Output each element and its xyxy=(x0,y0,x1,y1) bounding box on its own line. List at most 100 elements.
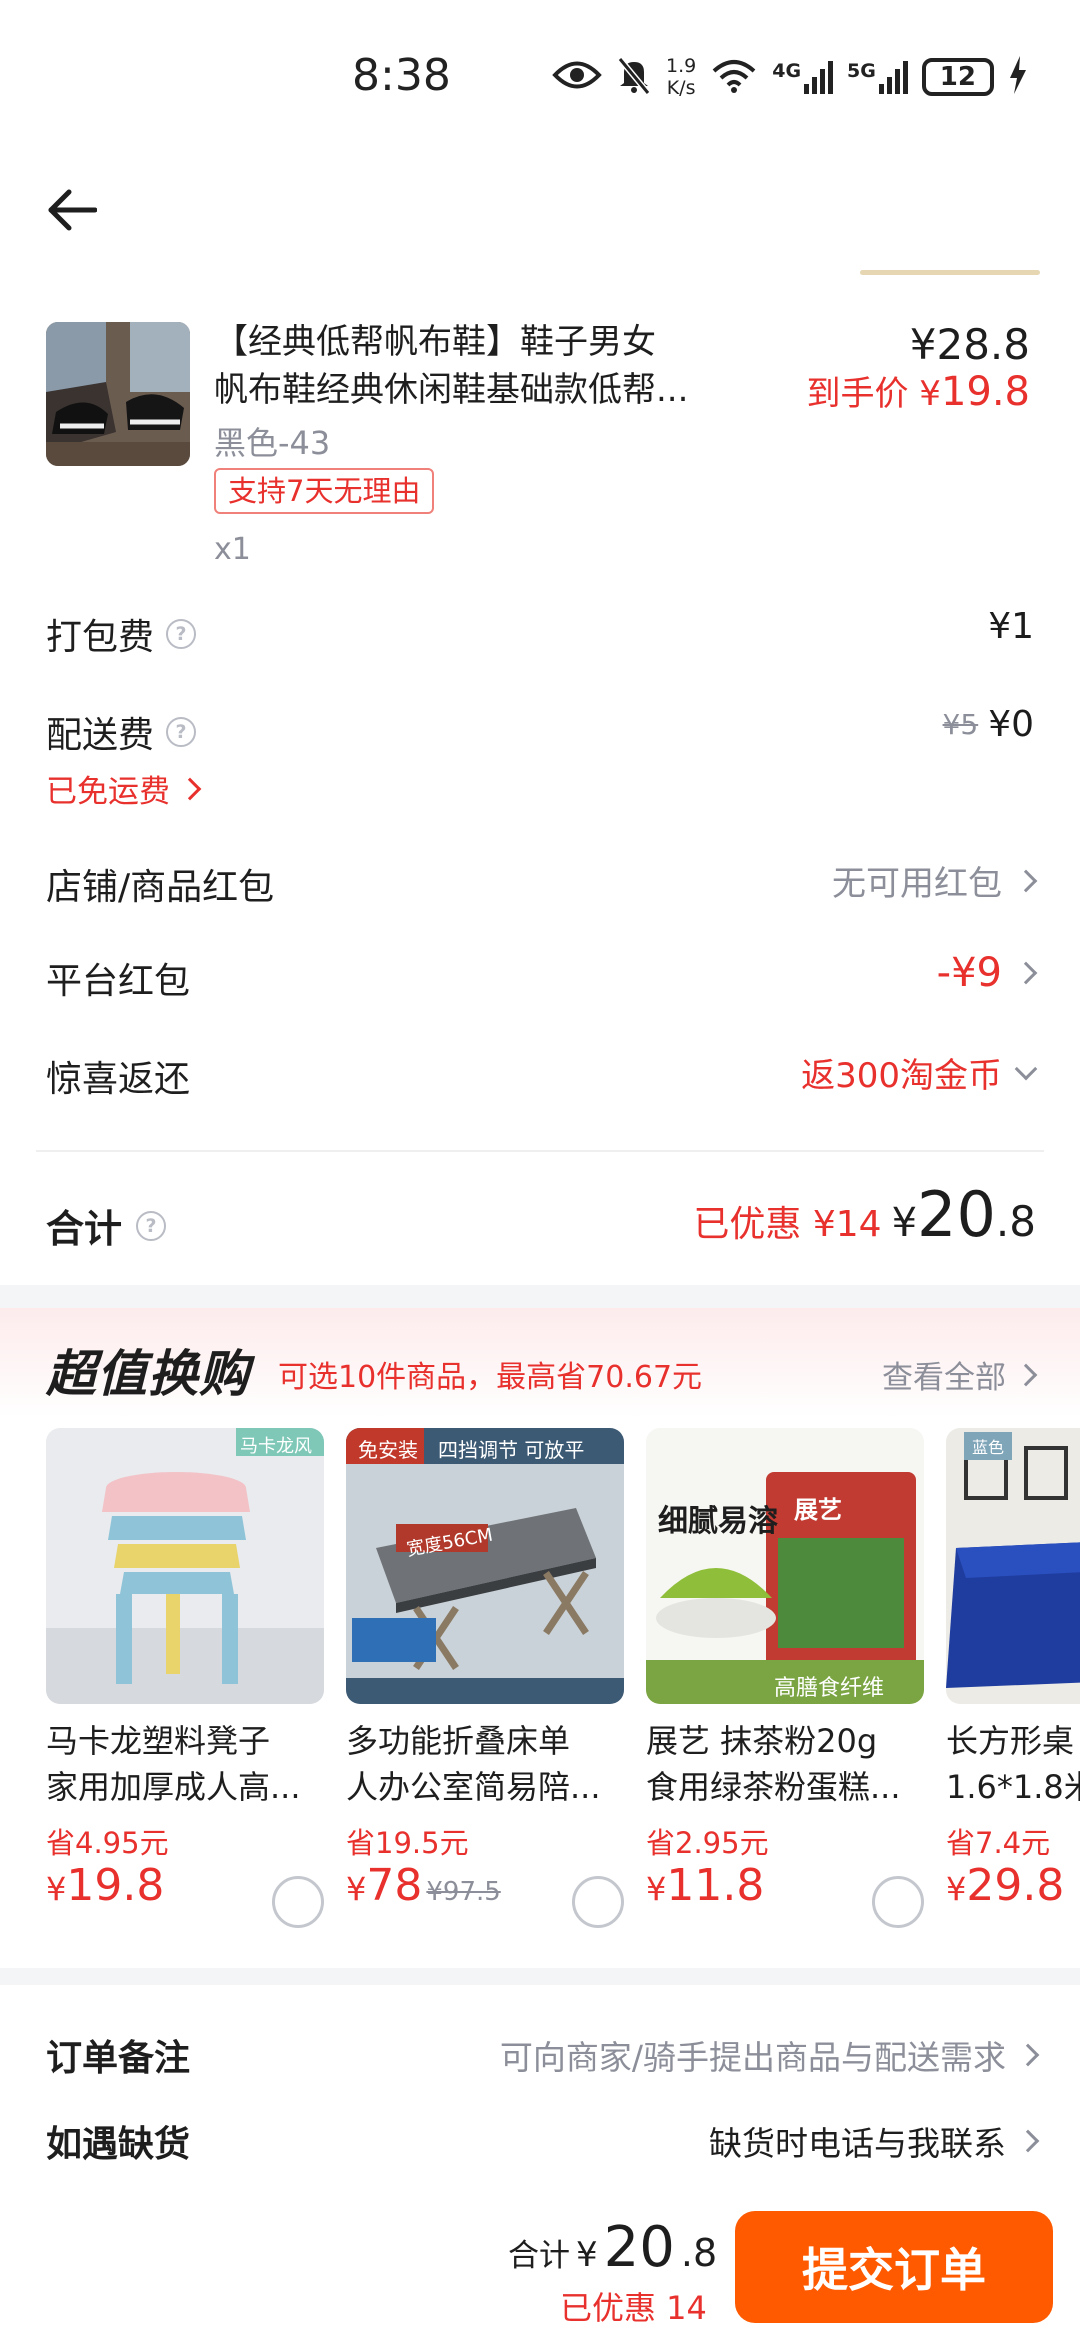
deal-image-tag: 高膳食纤维 xyxy=(774,1676,885,1701)
deal-name: 多功能折叠床单 人办公室简易陪... xyxy=(346,1718,626,1810)
deal-select-radio[interactable] xyxy=(572,1876,624,1928)
deal-savings: 省19.5元 xyxy=(346,1826,469,1860)
chevron-right-icon xyxy=(178,777,202,800)
checkout-bar: 合计 ¥20.8 已优惠 14 提交订单 xyxy=(0,2195,1080,2340)
deal-select-radio[interactable] xyxy=(272,1876,324,1928)
final-price-value: 19.8 xyxy=(940,369,1030,415)
exchange-deals-section: 超值换购 可选10件商品，最高省70.67元 查看全部 马卡龙风 马卡龙塑料凳子… xyxy=(0,1308,1080,1968)
product-price: ¥28.8 xyxy=(909,320,1030,369)
stockout-option-row[interactable]: 如遇缺货 缺货时电话与我联系 xyxy=(46,2109,1040,2169)
deal-image-tag: 展艺 xyxy=(794,1496,842,1524)
deal-card[interactable]: 细腻易溶 展艺 高膳食纤维 展艺 抹茶粉20g 食用绿茶粉蛋糕... 省2.95… xyxy=(646,1428,924,1948)
status-icons: 1.9 K/s 4G 5G 12 xyxy=(552,52,1028,102)
order-total-row: 合计 ? 已优惠 ¥14 ¥20.8 xyxy=(46,1170,1036,1270)
delivery-fee-amount: ¥0 xyxy=(988,704,1034,745)
signal-icon: 5G xyxy=(847,60,908,94)
divider xyxy=(36,1150,1044,1152)
free-shipping-link[interactable]: 已免运费 xyxy=(46,766,202,811)
deal-image-tag: 细腻易溶 xyxy=(658,1504,778,1539)
deal-card[interactable]: 免安装 四挡调节 可放平 宽度56CM 多功能折叠床单 人办公室简易陪... 省… xyxy=(346,1428,624,1948)
deal-card[interactable]: 蓝色 长方形桌 1.6*1.8米 省7.4元 ¥29.8 xyxy=(946,1428,1080,1948)
deal-price-currency: ¥ xyxy=(946,1870,967,1908)
deal-image-stool: 马卡龙风 xyxy=(46,1428,324,1704)
order-remark-placeholder: 可向商家/骑手提出商品与配送需求 xyxy=(499,2038,1006,2077)
net-speed-value: 1.9 xyxy=(666,55,697,77)
deal-name-line-1: 长方形桌 xyxy=(946,1722,1075,1760)
order-remark-row[interactable]: 订单备注 可向商家/骑手提出商品与配送需求 xyxy=(46,2023,1040,2083)
deal-price: ¥19.8 xyxy=(46,1860,164,1911)
deal-image-tag: 四挡调节 可放平 xyxy=(438,1438,585,1462)
deal-original-price: ¥97.5 xyxy=(426,1877,501,1907)
return-policy-badge: 支持7天无理由 xyxy=(214,468,435,514)
deal-image-tag: 马卡龙风 xyxy=(240,1436,312,1457)
packing-fee-text: 打包费 xyxy=(46,617,155,658)
surprise-return-text: 返300淘金币 xyxy=(801,1056,1002,1096)
deal-name: 长方形桌 1.6*1.8米 xyxy=(946,1718,1080,1810)
bottom-total-currency: ¥ xyxy=(576,2235,598,2275)
deal-name-line-2: 1.6*1.8米 xyxy=(946,1768,1080,1806)
battery-icon: 12 xyxy=(921,58,994,96)
deal-image-folding-bed: 免安装 四挡调节 可放平 宽度56CM xyxy=(346,1428,624,1704)
chevron-right-icon xyxy=(1014,961,1038,985)
free-shipping-text: 已免运费 xyxy=(46,774,170,810)
deal-name: 展艺 抹茶粉20g 食用绿茶粉蛋糕... xyxy=(646,1718,926,1810)
chevron-right-icon xyxy=(1014,869,1038,892)
product-variant: 黑色-43 xyxy=(214,424,331,462)
product-thumbnail[interactable] xyxy=(46,322,190,466)
total-amount: ¥20.8 xyxy=(892,1178,1036,1251)
order-card: 【经典低帮帆布鞋】鞋子男女 帆布鞋经典休闲鞋基础款低帮... ¥28.8 到手价… xyxy=(0,270,1080,1285)
final-price: 到手价 ¥19.8 xyxy=(806,366,1030,415)
deal-card[interactable]: 马卡龙风 马卡龙塑料凳子 家用加厚成人高... 省4.95元 ¥19.8 xyxy=(46,1428,324,1948)
status-time: 8:38 xyxy=(352,50,451,101)
deal-price-currency: ¥ xyxy=(46,1870,67,1908)
surprise-return-row[interactable]: 惊喜返还 返300淘金币 xyxy=(46,1042,1038,1102)
deal-price: ¥29.8 xyxy=(946,1860,1064,1911)
store-coupon-value: 无可用红包 xyxy=(832,856,1038,905)
product-quantity: x1 xyxy=(214,532,251,567)
platform-coupon-row[interactable]: 平台红包 -¥9 xyxy=(46,944,1038,1004)
nav-bar xyxy=(0,155,1080,270)
view-all-text: 查看全部 xyxy=(882,1360,1006,1396)
question-icon[interactable]: ? xyxy=(166,717,197,747)
submit-order-button[interactable]: 提交订单 xyxy=(735,2211,1053,2323)
deal-name-line-2: 家用加厚成人高... xyxy=(46,1768,301,1806)
packing-fee-amount: ¥1 xyxy=(988,606,1034,647)
question-icon[interactable]: ? xyxy=(136,1210,167,1241)
final-price-label: 到手价 xyxy=(806,374,909,414)
packing-fee-label: 打包费 ? xyxy=(46,608,197,660)
deal-select-radio[interactable] xyxy=(872,1876,924,1928)
total-label-text: 合计 xyxy=(46,1207,123,1251)
bottom-total-label: 合计 xyxy=(508,2238,570,2274)
view-all-link[interactable]: 查看全部 xyxy=(882,1352,1038,1397)
deal-name-line-1: 马卡龙塑料凳子 xyxy=(46,1722,271,1760)
deals-subtitle: 可选10件商品，最高省70.67元 xyxy=(278,1360,703,1395)
final-price-currency: ¥ xyxy=(919,374,941,414)
total-saved: 已优惠 ¥14 xyxy=(693,1204,882,1245)
bottom-total-int: 20 xyxy=(603,2215,675,2280)
deal-price-value: 78 xyxy=(366,1860,423,1911)
back-button[interactable] xyxy=(36,175,106,245)
chevron-down-icon xyxy=(1014,1057,1038,1080)
order-remark-value: 可向商家/骑手提出商品与配送需求 xyxy=(499,2031,1040,2079)
bottom-saved: 已优惠 14 xyxy=(560,2289,707,2327)
deal-price-value: 19.8 xyxy=(66,1860,165,1911)
bottom-total: 合计 ¥20.8 xyxy=(508,2215,717,2280)
deal-name: 马卡龙塑料凳子 家用加厚成人高... xyxy=(46,1718,326,1810)
surprise-return-label: 惊喜返还 xyxy=(46,1059,191,1100)
product-title[interactable]: 【经典低帮帆布鞋】鞋子男女 帆布鞋经典休闲鞋基础款低帮... xyxy=(214,318,734,414)
platform-coupon-amount: -¥9 xyxy=(936,950,1002,996)
delivery-fee-original: ¥5 xyxy=(942,708,979,741)
bottom-total-dec: .8 xyxy=(680,2231,718,2275)
total-amount-int: 20 xyxy=(917,1178,996,1251)
deal-savings: 省2.95元 xyxy=(646,1826,769,1860)
deal-name-line-1: 展艺 抹茶粉20g xyxy=(646,1722,878,1760)
deal-name-line-2: 食用绿茶粉蛋糕... xyxy=(646,1768,901,1806)
status-bar: 8:38 1.9 K/s 4G 5G 12 xyxy=(0,0,1080,155)
store-coupon-row[interactable]: 店铺/商品红包 无可用红包 xyxy=(46,850,1038,910)
question-icon[interactable]: ? xyxy=(166,619,197,649)
deals-title: 超值换购 xyxy=(46,1345,250,1403)
deal-price-value: 11.8 xyxy=(666,1860,765,1911)
deal-price-value: 29.8 xyxy=(966,1860,1065,1911)
deal-savings: 省7.4元 xyxy=(946,1826,1051,1860)
net-speed-unit: K/s xyxy=(666,77,696,99)
